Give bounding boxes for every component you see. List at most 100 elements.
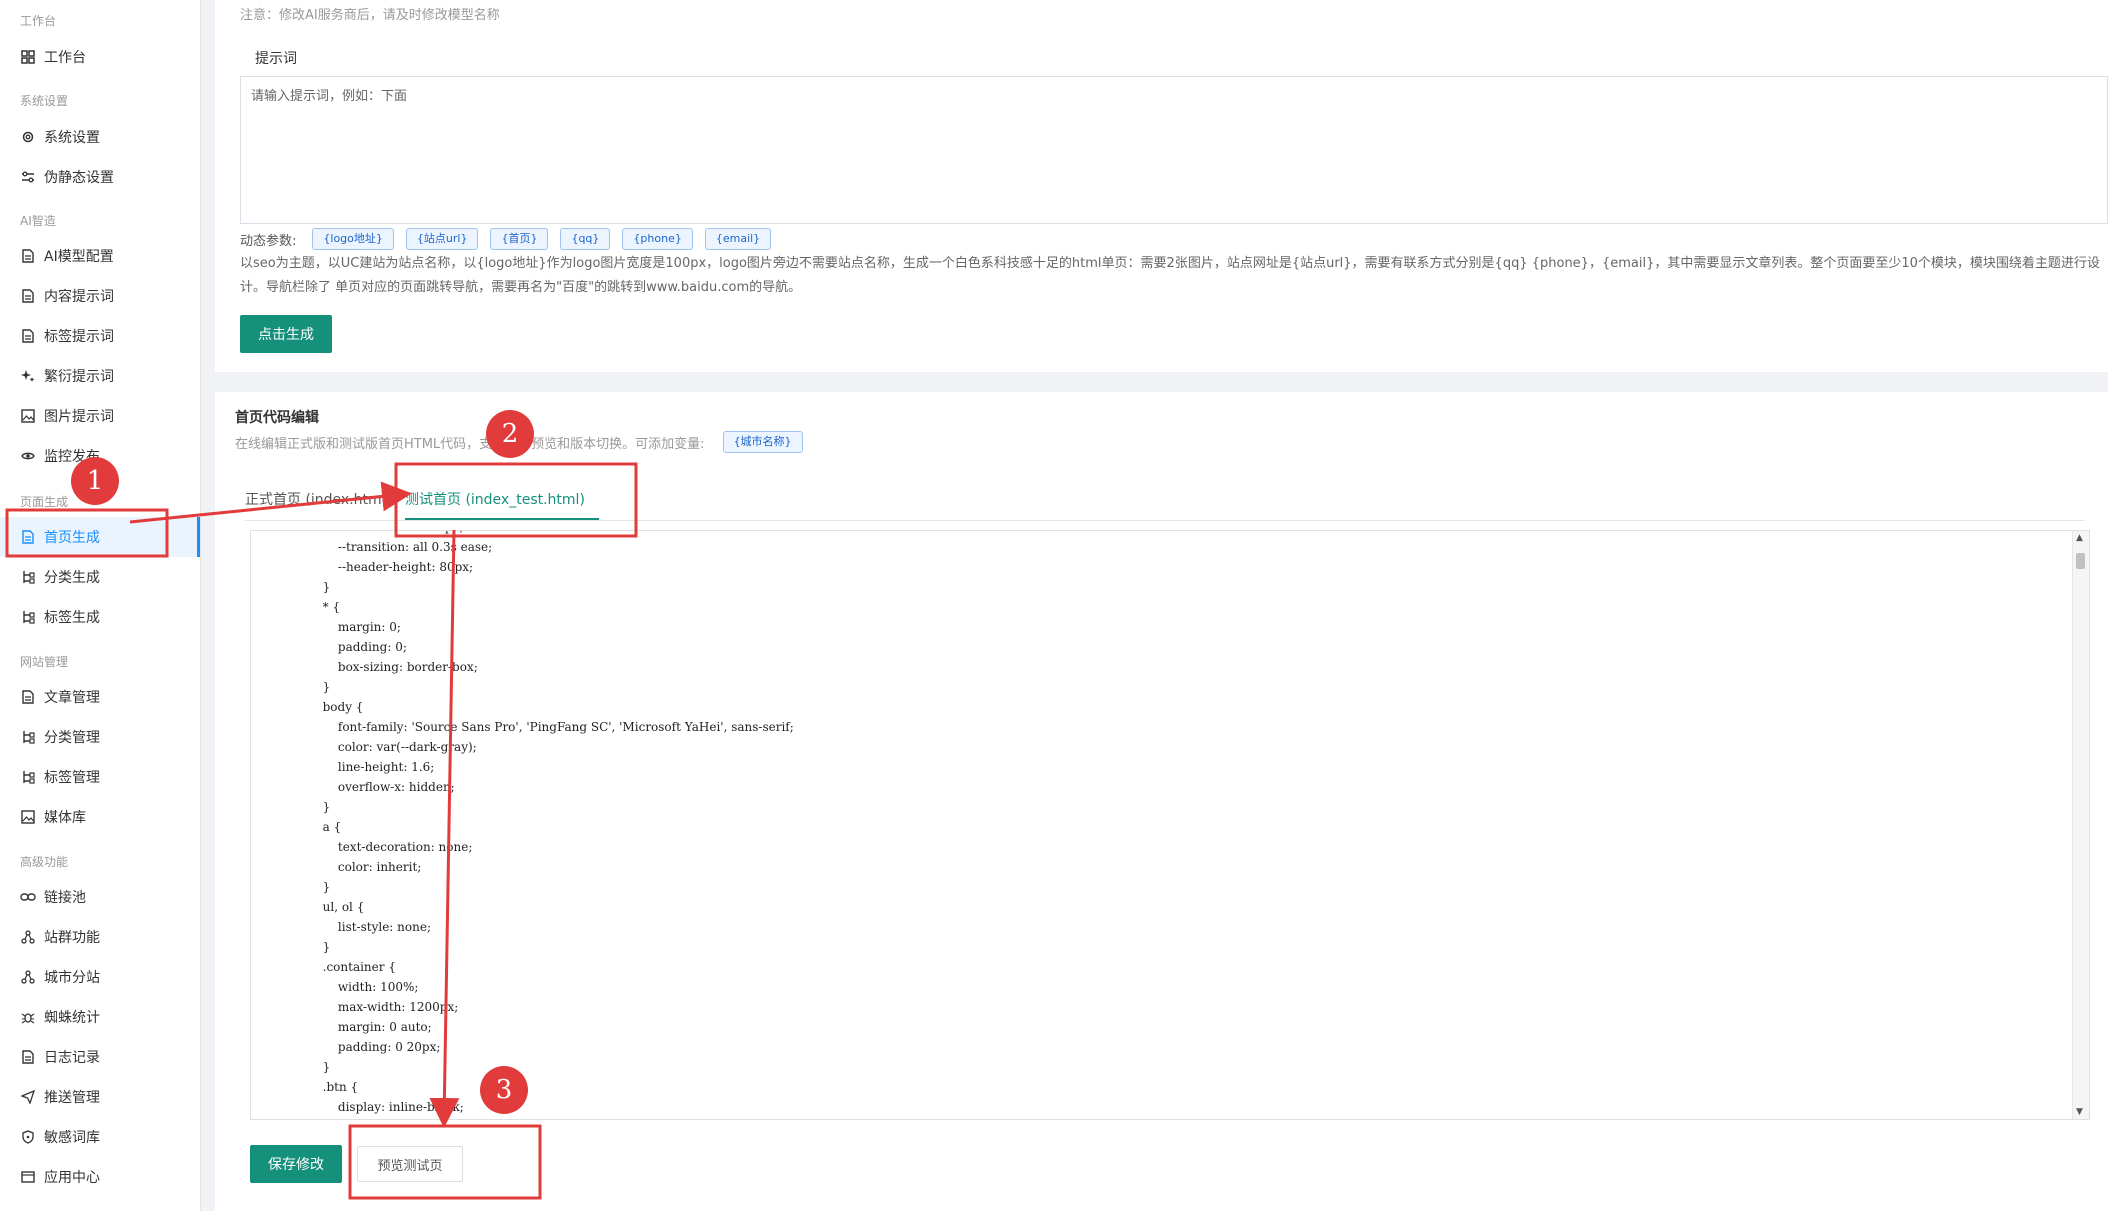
sidebar-section-label: 系统设置 xyxy=(20,94,69,108)
document-icon xyxy=(20,328,36,344)
annotation-badge-3: 3 xyxy=(480,1066,528,1114)
sidebar-item-media-library[interactable]: 媒体库 xyxy=(0,797,200,837)
sidebar-item-label: 站群功能 xyxy=(44,930,100,946)
section-title: 首页代码编辑 xyxy=(235,410,319,426)
prompt-label: 提示词 xyxy=(255,51,297,67)
link-icon xyxy=(20,889,36,905)
dynamic-params-label: 动态参数: xyxy=(240,233,297,249)
sidebar-item-tag-generate[interactable]: 标签生成 xyxy=(0,597,200,637)
param-tag-logo[interactable]: {logo地址} xyxy=(312,228,394,250)
cluster-icon xyxy=(20,969,36,985)
sidebar-item-label: 日志记录 xyxy=(44,1050,100,1066)
param-tag-email[interactable]: {email} xyxy=(704,228,772,250)
preview-test-button[interactable]: 预览测试页 xyxy=(357,1146,463,1182)
sidebar-item-site-cluster[interactable]: 站群功能 xyxy=(0,917,200,957)
gear-icon xyxy=(20,129,36,145)
sidebar-item-label: 工作台 xyxy=(44,50,86,66)
shield-icon xyxy=(20,1129,36,1145)
sliders-icon xyxy=(20,169,36,185)
sidebar-item-push-manage[interactable]: 推送管理 xyxy=(0,1077,200,1117)
app-icon xyxy=(20,1169,36,1185)
prompt-textarea[interactable] xyxy=(240,76,2108,224)
sidebar-item-label: 伪静态设置 xyxy=(44,170,114,186)
document-icon xyxy=(20,1049,36,1065)
sidebar-item-rewrite-settings[interactable]: 伪静态设置 xyxy=(0,157,200,197)
document-icon xyxy=(20,689,36,705)
image-icon xyxy=(20,408,36,424)
sidebar-item-tag-manage[interactable]: 标签管理 xyxy=(0,757,200,797)
scroll-thumb[interactable] xyxy=(2076,553,2085,569)
sidebar-item-link-pool[interactable]: 链接池 xyxy=(0,877,200,917)
sidebar-item-label: 繁衍提示词 xyxy=(44,369,114,385)
sidebar-item-sensitive-words[interactable]: 敏感词库 xyxy=(0,1117,200,1157)
editor-tabs: 正式首页 (index.html) 测试首页 (index_test.html) xyxy=(245,480,2085,521)
sidebar-item-log-records[interactable]: 日志记录 xyxy=(0,1037,200,1077)
provider-notice: 注意：修改AI服务商后，请及时修改模型名称 xyxy=(240,8,500,23)
prompt-panel: 注意：修改AI服务商后，请及时修改模型名称 提示词 动态参数: {logo地址}… xyxy=(215,0,2108,372)
spider-icon xyxy=(20,1009,36,1025)
generate-button[interactable]: 点击生成 xyxy=(240,315,332,353)
sidebar-item-label: 推送管理 xyxy=(44,1090,100,1106)
dynamic-params-row: 动态参数: {logo地址} {站点url} {首页} {qq} {phone}… xyxy=(240,228,783,250)
document-icon xyxy=(20,248,36,264)
tree-icon xyxy=(20,609,36,625)
eye-icon xyxy=(20,448,36,464)
cluster-icon xyxy=(20,929,36,945)
sidebar-item-tag-prompt[interactable]: 标签提示词 xyxy=(0,316,200,356)
sidebar-item-city-station[interactable]: 城市分站 xyxy=(0,957,200,997)
document-icon xyxy=(20,529,36,545)
sidebar-item-content-prompt[interactable]: 内容提示词 xyxy=(0,276,200,316)
sidebar-item-article-manage[interactable]: 文章管理 xyxy=(0,677,200,717)
param-tag-homepage[interactable]: {首页} xyxy=(490,228,549,250)
sidebar-item-label: 标签管理 xyxy=(44,770,100,786)
dashboard-icon xyxy=(20,49,36,65)
sidebar-item-label: 媒体库 xyxy=(44,810,86,826)
variable-tag-city[interactable]: {城市名称} xyxy=(722,431,803,453)
scroll-up-icon[interactable]: ▲ xyxy=(2076,533,2083,543)
prompt-example-text: 以seo为主题，以UC建站为站点名称，以{logo地址}作为logo图片宽度是1… xyxy=(240,256,2100,295)
send-icon xyxy=(20,1089,36,1105)
sidebar-section-label: 网站管理 xyxy=(20,655,69,669)
sidebar-section-label: 工作台 xyxy=(20,14,57,28)
code-content[interactable]: --border-radius: 8px; --transition: all … xyxy=(251,531,794,1119)
editor-scrollbar[interactable]: ▲ ▼ xyxy=(2072,531,2089,1119)
param-tag-phone[interactable]: {phone} xyxy=(622,228,693,250)
tree-icon xyxy=(20,729,36,745)
image-icon xyxy=(20,809,36,825)
sidebar-item-category-generate[interactable]: 分类生成 xyxy=(0,557,200,597)
sidebar-item-workbench[interactable]: 工作台 xyxy=(0,37,200,77)
sidebar-item-label: 系统设置 xyxy=(44,130,100,146)
sidebar-item-app-center[interactable]: 应用中心 xyxy=(0,1157,200,1197)
sidebar-item-image-prompt[interactable]: 图片提示词 xyxy=(0,396,200,436)
sidebar-item-label: 蜘蛛统计 xyxy=(44,1010,100,1026)
sidebar-item-spider-stats[interactable]: 蜘蛛统计 xyxy=(0,997,200,1037)
sidebar-item-ai-model[interactable]: AI模型配置 xyxy=(0,236,200,276)
sidebar-section-label: AI智造 xyxy=(20,214,56,228)
sidebar-section-label: 页面生成 xyxy=(20,495,69,509)
sidebar-item-category-manage[interactable]: 分类管理 xyxy=(0,717,200,757)
save-button[interactable]: 保存修改 xyxy=(250,1145,342,1183)
sidebar-item-label: 内容提示词 xyxy=(44,289,114,305)
sidebar-item-label: 首页生成 xyxy=(44,530,100,546)
sidebar-item-label: 图片提示词 xyxy=(44,409,114,425)
section-description-text: 在线编辑正式版和测试版首页HTML代码，支持实时预览和版本切换。可添加变量: xyxy=(235,436,705,452)
param-tag-qq[interactable]: {qq} xyxy=(560,228,611,250)
sidebar-item-derive-prompt[interactable]: 繁衍提示词 xyxy=(0,356,200,396)
tab-test-homepage[interactable]: 测试首页 (index_test.html) xyxy=(405,480,599,520)
tree-icon xyxy=(20,569,36,585)
sidebar-item-label: 链接池 xyxy=(44,890,86,906)
sidebar-item-label: 文章管理 xyxy=(44,690,100,706)
sidebar-item-label: AI模型配置 xyxy=(44,249,114,265)
code-editor[interactable]: --border-radius: 8px; --transition: all … xyxy=(250,530,2090,1120)
sidebar-item-label: 分类生成 xyxy=(44,570,100,586)
sidebar-item-label: 标签生成 xyxy=(44,610,100,626)
scroll-down-icon[interactable]: ▼ xyxy=(2076,1107,2083,1117)
sparkle-icon xyxy=(20,368,36,384)
sidebar-item-homepage-generate[interactable]: 首页生成 xyxy=(0,517,200,557)
sidebar-item-label: 城市分站 xyxy=(44,970,100,986)
sidebar-item-system-settings[interactable]: 系统设置 xyxy=(0,117,200,157)
tab-formal-homepage[interactable]: 正式首页 (index.html) xyxy=(245,480,391,520)
sidebar: 工作台 工作台 系统设置 系统设置 伪静态设置 AI智造 AI模型配置 内容提示… xyxy=(0,0,201,1211)
sidebar-section-label: 高级功能 xyxy=(20,855,69,869)
param-tag-site-url[interactable]: {站点url} xyxy=(405,228,479,250)
